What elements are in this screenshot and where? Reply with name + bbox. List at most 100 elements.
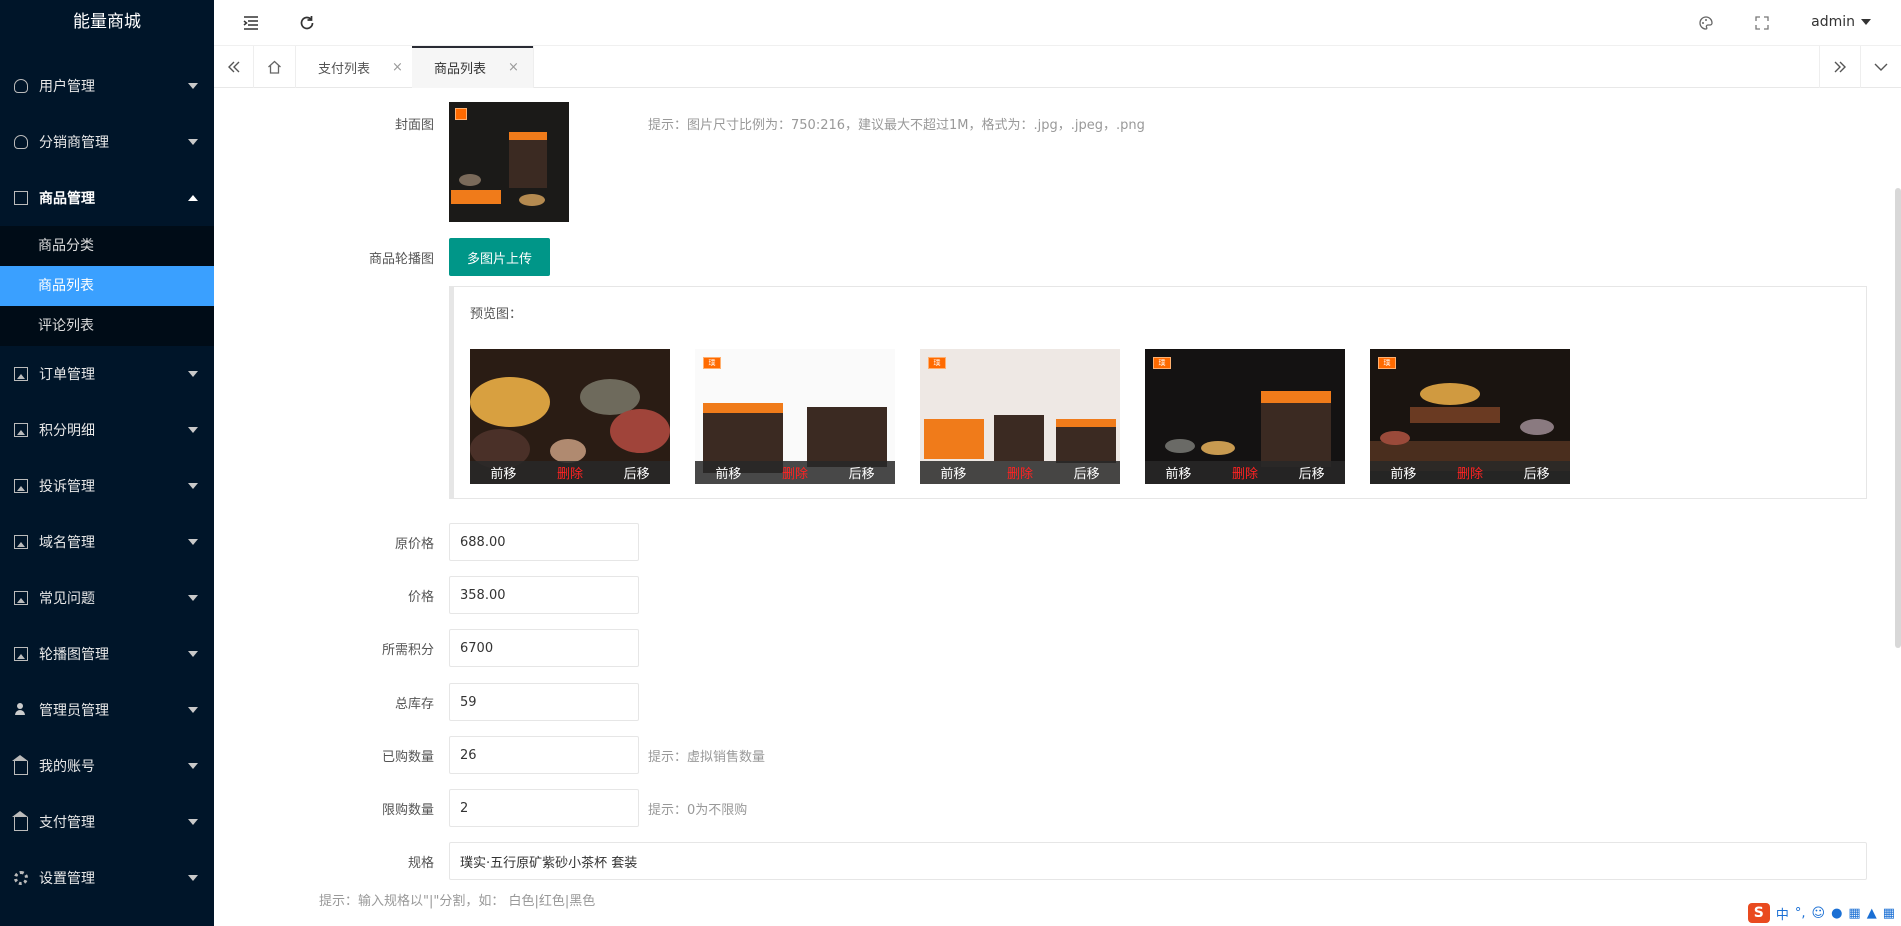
- close-icon[interactable]: ×: [508, 60, 519, 75]
- refresh-icon[interactable]: [296, 12, 318, 34]
- home-icon: [12, 755, 28, 775]
- sidebar-item-label: 投诉管理: [39, 479, 95, 495]
- multi-image-upload-button[interactable]: 多图片上传: [449, 238, 551, 276]
- move-next-button[interactable]: 后移: [1074, 463, 1100, 482]
- theme-palette-icon[interactable]: [1695, 12, 1717, 34]
- image-icon: [14, 367, 28, 381]
- bowl-shape: [550, 439, 586, 463]
- sogou-logo-icon[interactable]: S: [1747, 903, 1770, 923]
- original-price-input[interactable]: 688.00: [449, 523, 639, 561]
- tab-label: 商品列表: [434, 61, 487, 77]
- brand-badge-icon: 璞: [928, 357, 946, 369]
- delete-button[interactable]: 删除: [1007, 463, 1033, 482]
- sidebar-item-admins[interactable]: 管理员管理: [0, 682, 214, 738]
- sidebar-item-distributors[interactable]: 分销商管理: [0, 114, 214, 170]
- move-next-button[interactable]: 后移: [849, 463, 875, 482]
- original-price-label: 原价格: [394, 537, 434, 552]
- close-icon[interactable]: ×: [392, 60, 403, 75]
- sidebar-subitem-categories[interactable]: 商品分类: [0, 226, 214, 266]
- tabs-scroll-right-icon[interactable]: [1819, 46, 1861, 88]
- limit-input[interactable]: 2: [449, 789, 639, 827]
- move-next-button[interactable]: 后移: [1299, 463, 1325, 482]
- skin-icon[interactable]: ▲: [1867, 906, 1877, 921]
- vertical-scrollbar[interactable]: [1895, 188, 1901, 648]
- tab-payment-list[interactable]: 支付列表 ×: [296, 46, 418, 88]
- carousel-thumb: 璞 前移 删除 后移: [1145, 349, 1345, 484]
- sidebar-subitem-reviews[interactable]: 评论列表: [0, 306, 214, 346]
- move-next-button[interactable]: 后移: [1524, 463, 1550, 482]
- stock-label: 总库存: [394, 697, 434, 712]
- brand-badge-icon: [455, 108, 467, 120]
- admin-username: admin: [1811, 14, 1855, 30]
- sidebar-item-complaints[interactable]: 投诉管理: [0, 458, 214, 514]
- punctuation-icon[interactable]: °,: [1795, 906, 1806, 921]
- fullscreen-icon[interactable]: [1751, 12, 1773, 34]
- sidebar-item-points[interactable]: 积分明细: [0, 402, 214, 458]
- home-tab-icon[interactable]: [254, 46, 296, 88]
- sidebar-item-payments[interactable]: 支付管理: [0, 794, 214, 850]
- bowl-shape: [610, 409, 670, 453]
- cover-image[interactable]: [449, 102, 569, 222]
- bowl-shape: [1520, 419, 1554, 435]
- sold-input[interactable]: 26: [449, 736, 639, 774]
- gear-icon: [14, 871, 28, 885]
- emoji-icon[interactable]: ☺: [1812, 906, 1826, 921]
- delete-button[interactable]: 删除: [1232, 463, 1258, 482]
- preview-title: 预览图：: [470, 307, 523, 322]
- microphone-icon[interactable]: ●: [1831, 906, 1842, 921]
- sidebar-item-my-account[interactable]: 我的账号: [0, 738, 214, 794]
- spec-tip: 提示：输入规格以"|"分割，如： 白色|红色|黑色: [319, 894, 596, 909]
- caret-down-icon: [188, 539, 198, 545]
- user-icon: [14, 135, 28, 149]
- move-prev-button[interactable]: 前移: [715, 463, 741, 482]
- move-prev-button[interactable]: 前移: [940, 463, 966, 482]
- delete-button[interactable]: 删除: [782, 463, 808, 482]
- sidebar-item-label: 设置管理: [39, 871, 95, 887]
- sidebar-item-label: 支付管理: [39, 815, 95, 831]
- sidebar-item-label: 常见问题: [39, 591, 95, 607]
- toolbox-icon[interactable]: ▦: [1883, 906, 1895, 921]
- sold-label: 已购数量: [381, 750, 434, 765]
- brand-badge-icon: 璞: [703, 357, 721, 369]
- sidebar-item-users[interactable]: 用户管理: [0, 58, 214, 114]
- sidebar-subitem-product-list[interactable]: 商品列表: [0, 266, 214, 306]
- admin-user-menu[interactable]: admin: [1811, 14, 1871, 30]
- delete-button[interactable]: 删除: [1457, 463, 1483, 482]
- move-prev-button[interactable]: 前移: [490, 463, 516, 482]
- points-input[interactable]: 6700: [449, 629, 639, 667]
- tab-product-list[interactable]: 商品列表 ×: [412, 46, 534, 88]
- bag-shape: [509, 132, 547, 188]
- caret-down-icon: [1861, 19, 1871, 25]
- sold-tip: 提示：虚拟销售数量: [648, 750, 766, 765]
- image-icon: [14, 479, 28, 493]
- keyboard-icon[interactable]: ▦: [1848, 906, 1860, 921]
- sidebar-item-label: 分销商管理: [39, 135, 109, 151]
- move-next-button[interactable]: 后移: [624, 463, 650, 482]
- bowl-shape: [1380, 431, 1410, 445]
- sidebar-item-orders[interactable]: 订单管理: [0, 346, 214, 402]
- tabs-bar: 支付列表 × 商品列表 ×: [214, 46, 1901, 88]
- brand-badge-icon: 璞: [1153, 357, 1171, 369]
- bowl-shape: [1201, 441, 1235, 455]
- move-prev-button[interactable]: 前移: [1165, 463, 1191, 482]
- bag-top-shape: [1261, 391, 1331, 403]
- sidebar-item-settings[interactable]: 设置管理: [0, 850, 214, 906]
- sidebar-item-faq[interactable]: 常见问题: [0, 570, 214, 626]
- menu-collapse-icon[interactable]: [240, 12, 262, 34]
- thumb-actions: 前移 删除 后移: [1370, 461, 1570, 484]
- cover-tip: 提示：图片尺寸比例为：750:216，建议最大不超过1M，格式为：.jpg，.j…: [648, 118, 1145, 133]
- spec-input[interactable]: 璞实·五行原矿紫砂小茶杯 套装: [449, 842, 1867, 880]
- sidebar-item-products[interactable]: 商品管理: [0, 170, 214, 226]
- move-prev-button[interactable]: 前移: [1390, 463, 1416, 482]
- ime-lang-indicator[interactable]: 中: [1776, 904, 1789, 923]
- stock-input[interactable]: 59: [449, 683, 639, 721]
- sidebar-item-banners[interactable]: 轮播图管理: [0, 626, 214, 682]
- price-input[interactable]: 358.00: [449, 576, 639, 614]
- delete-button[interactable]: 删除: [557, 463, 583, 482]
- tabs-scroll-left-icon[interactable]: [214, 46, 254, 88]
- tab-label: 支付列表: [318, 61, 371, 77]
- stand-shape: [1410, 407, 1500, 423]
- tabs-menu-chevron-down-icon[interactable]: [1861, 46, 1901, 88]
- caret-down-icon: [188, 139, 198, 145]
- sidebar-item-domains[interactable]: 域名管理: [0, 514, 214, 570]
